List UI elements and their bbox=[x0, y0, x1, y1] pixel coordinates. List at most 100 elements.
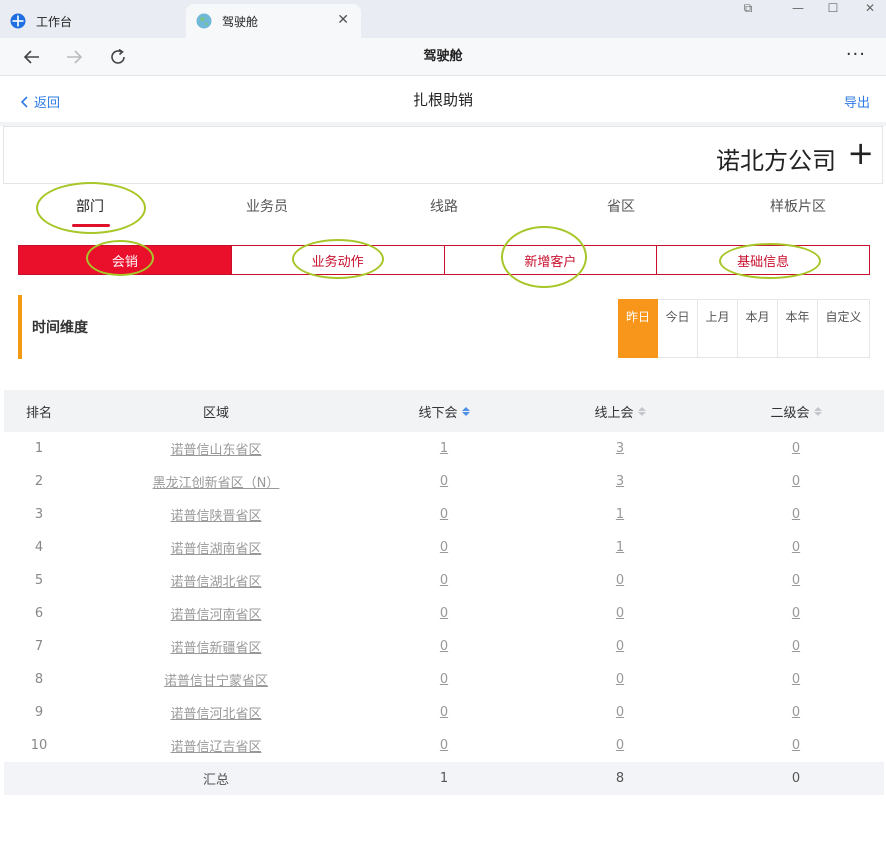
time-option-custom[interactable]: 自定义 bbox=[818, 299, 870, 358]
online-count-link[interactable]: 0 bbox=[616, 639, 624, 654]
cell-offline: 0 bbox=[384, 663, 504, 696]
table-row: 2 黑龙江创新省区（N） 0 3 0 bbox=[4, 465, 884, 498]
cell-online: 1 bbox=[560, 531, 680, 564]
cell-area: 诺普信陕晋省区 bbox=[96, 498, 336, 531]
cell-rank: 8 bbox=[34, 672, 44, 687]
cell-area: 诺普信新疆省区 bbox=[96, 630, 336, 663]
table-row: 7 诺普信新疆省区 0 0 0 bbox=[4, 630, 884, 663]
offline-count-link[interactable]: 0 bbox=[440, 705, 448, 720]
tab-province[interactable]: 省区 bbox=[561, 190, 681, 226]
minimize-icon[interactable]: — bbox=[778, 0, 818, 16]
forward-arrow-icon[interactable] bbox=[62, 45, 86, 69]
segment-control: 会销 业务动作 新增客户 基础信息 bbox=[18, 245, 870, 275]
cell-rank: 4 bbox=[34, 540, 44, 555]
second-count-link[interactable]: 0 bbox=[792, 540, 800, 555]
second-count-link[interactable]: 0 bbox=[792, 507, 800, 522]
area-link[interactable]: 诺普信陕晋省区 bbox=[170, 505, 261, 524]
area-link[interactable]: 诺普信湖北省区 bbox=[170, 571, 261, 590]
online-count-link[interactable]: 0 bbox=[616, 738, 624, 753]
cell-rank: 6 bbox=[34, 606, 44, 621]
second-count-link[interactable]: 0 bbox=[792, 672, 800, 687]
more-options-icon[interactable]: ··· bbox=[846, 44, 866, 65]
time-option-this-month[interactable]: 本月 bbox=[738, 299, 778, 358]
second-count-link[interactable]: 0 bbox=[792, 705, 800, 720]
offline-count-link[interactable]: 0 bbox=[440, 639, 448, 654]
cell-second: 0 bbox=[736, 531, 856, 564]
segment-basic-info[interactable]: 基础信息 bbox=[656, 246, 869, 274]
offline-count-link[interactable]: 0 bbox=[440, 573, 448, 588]
online-count-link[interactable]: 0 bbox=[616, 705, 624, 720]
online-count-link[interactable]: 3 bbox=[616, 474, 624, 489]
area-link[interactable]: 诺普信河北省区 bbox=[170, 703, 261, 722]
sort-icon[interactable] bbox=[813, 406, 822, 416]
online-count-link[interactable]: 0 bbox=[616, 672, 624, 687]
tab-cockpit[interactable]: 驾驶舱 ✕ bbox=[186, 4, 361, 38]
segment-new-customers[interactable]: 新增客户 bbox=[443, 246, 657, 274]
offline-count-link[interactable]: 0 bbox=[440, 738, 448, 753]
offline-count-link[interactable]: 0 bbox=[440, 507, 448, 522]
offline-count-link[interactable]: 0 bbox=[440, 606, 448, 621]
time-option-this-year[interactable]: 本年 bbox=[778, 299, 818, 358]
area-link[interactable]: 诺普信山东省区 bbox=[170, 439, 261, 458]
offline-count-link[interactable]: 0 bbox=[440, 474, 448, 489]
tab-route[interactable]: 线路 bbox=[384, 190, 504, 226]
header-offline[interactable]: 线下会 bbox=[384, 390, 504, 432]
segment-meeting-sales[interactable]: 会销 bbox=[19, 246, 231, 274]
area-link[interactable]: 黑龙江创新省区（N） bbox=[153, 472, 280, 491]
time-option-last-month[interactable]: 上月 bbox=[698, 299, 738, 358]
cell-online: 0 bbox=[560, 597, 680, 630]
cell-rank: 10 bbox=[30, 738, 48, 753]
cell-second: 0 bbox=[736, 564, 856, 597]
online-count-link[interactable]: 0 bbox=[616, 573, 624, 588]
offline-count-link[interactable]: 0 bbox=[440, 672, 448, 687]
time-option-yesterday[interactable]: 昨日 bbox=[618, 299, 658, 358]
maximize-icon[interactable]: ☐ bbox=[813, 0, 853, 16]
tab-department[interactable]: 部门 bbox=[30, 190, 150, 226]
online-count-link[interactable]: 1 bbox=[616, 540, 624, 555]
window-close-icon[interactable]: ✕ bbox=[850, 0, 886, 16]
refresh-icon[interactable] bbox=[106, 45, 130, 69]
second-count-link[interactable]: 0 bbox=[792, 738, 800, 753]
close-icon[interactable]: ✕ bbox=[337, 12, 349, 28]
second-count-link[interactable]: 0 bbox=[792, 606, 800, 621]
area-link[interactable]: 诺普信甘宁蒙省区 bbox=[164, 670, 268, 689]
sort-icon[interactable] bbox=[637, 406, 646, 416]
cell-area: 诺普信湖南省区 bbox=[96, 531, 336, 564]
tab-label: 工作台 bbox=[36, 14, 73, 29]
cell-online: 0 bbox=[560, 696, 680, 729]
cell-online: 0 bbox=[560, 564, 680, 597]
export-button[interactable]: 导出 bbox=[844, 92, 870, 111]
area-link[interactable]: 诺普信新疆省区 bbox=[170, 637, 261, 656]
second-count-link[interactable]: 0 bbox=[792, 441, 800, 456]
add-company-icon[interactable]: + bbox=[847, 135, 874, 171]
second-count-link[interactable]: 0 bbox=[792, 474, 800, 489]
offline-count-link[interactable]: 1 bbox=[440, 441, 448, 456]
offline-count-link[interactable]: 0 bbox=[440, 540, 448, 555]
cell-rank: 5 bbox=[34, 573, 44, 588]
cell-offline: 0 bbox=[384, 597, 504, 630]
back-arrow-icon[interactable] bbox=[20, 45, 44, 69]
area-link[interactable]: 诺普信湖南省区 bbox=[170, 538, 261, 557]
restore-tab-icon[interactable]: ⧉ bbox=[728, 0, 768, 16]
online-count-link[interactable]: 0 bbox=[616, 606, 624, 621]
header-second[interactable]: 二级会 bbox=[736, 390, 856, 432]
second-count-link[interactable]: 0 bbox=[792, 573, 800, 588]
header-online[interactable]: 线上会 bbox=[560, 390, 680, 432]
cell-online: 0 bbox=[560, 630, 680, 663]
sort-icon[interactable] bbox=[461, 406, 470, 416]
tab-sample-area[interactable]: 样板片区 bbox=[738, 190, 858, 226]
area-link[interactable]: 诺普信辽吉省区 bbox=[170, 736, 261, 755]
area-link[interactable]: 诺普信河南省区 bbox=[170, 604, 261, 623]
cell-online: 1 bbox=[560, 498, 680, 531]
company-selector[interactable]: 诺北方公司 + bbox=[3, 126, 883, 184]
second-count-link[interactable]: 0 bbox=[792, 639, 800, 654]
tab-salesperson[interactable]: 业务员 bbox=[207, 190, 327, 226]
cell-online: 0 bbox=[560, 663, 680, 696]
online-count-link[interactable]: 3 bbox=[616, 441, 624, 456]
tab-workbench[interactable]: 工作台 bbox=[10, 4, 180, 38]
cell-second: 0 bbox=[736, 465, 856, 498]
online-count-link[interactable]: 1 bbox=[616, 507, 624, 522]
segment-business-actions[interactable]: 业务动作 bbox=[230, 246, 444, 274]
cell-second: 0 bbox=[736, 432, 856, 465]
time-option-today[interactable]: 今日 bbox=[658, 299, 698, 358]
